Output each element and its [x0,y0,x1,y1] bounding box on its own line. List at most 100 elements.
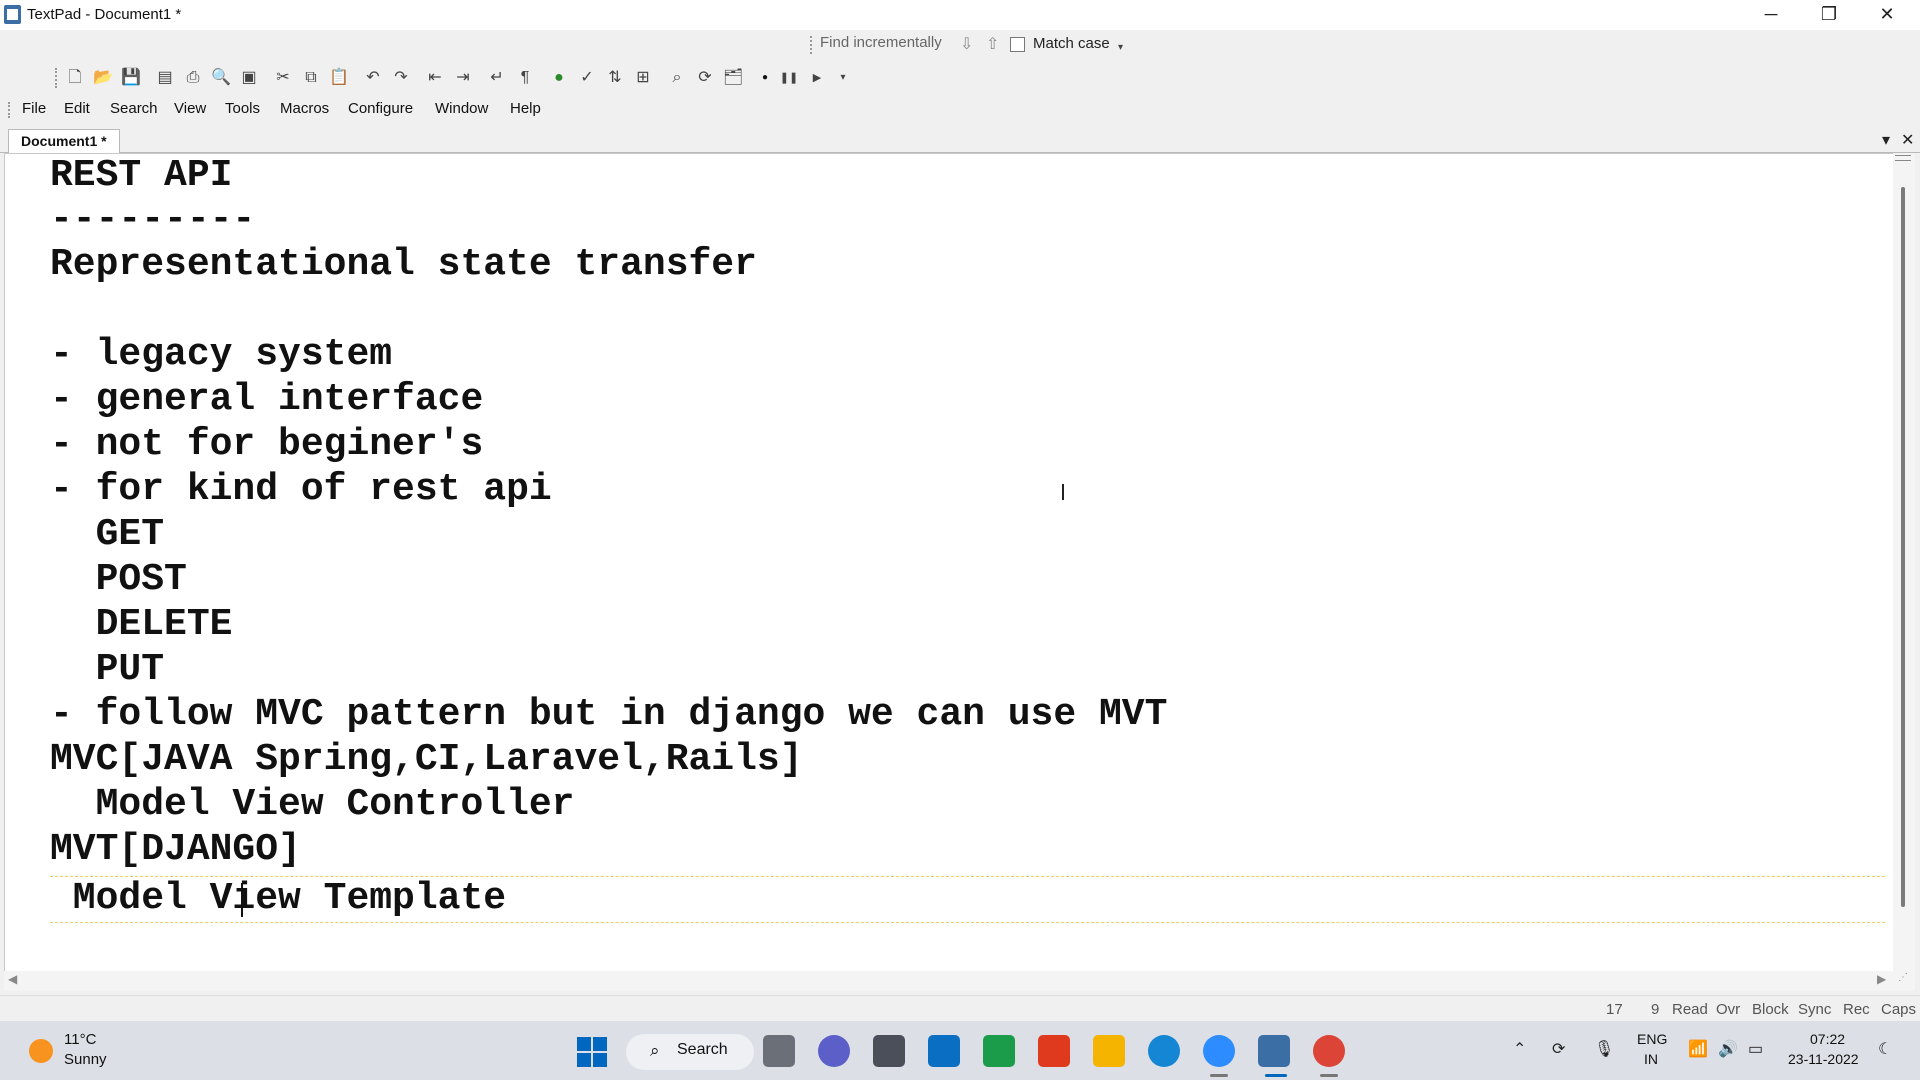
menu-macros[interactable]: Macros [280,100,329,117]
save-icon[interactable]: 💾 [121,68,141,88]
task-view-icon[interactable] [763,1035,795,1067]
file-explorer-icon[interactable] [1093,1035,1125,1067]
status-caps[interactable]: Caps [1881,1001,1916,1018]
keyboard-region[interactable]: IN [1644,1051,1658,1067]
menu-help[interactable]: Help [510,100,541,117]
toolbar-options-icon[interactable]: ▾ [1118,42,1123,53]
resize-grip-icon[interactable]: ⋰ [1898,972,1908,983]
status-read[interactable]: Read [1672,1001,1708,1018]
mouse-ibeam-cursor [1062,484,1064,500]
open-icon[interactable]: 📂 [93,68,113,88]
browser-icon[interactable]: ● [549,68,569,88]
taskbar-search-label[interactable]: Search [677,1041,728,1059]
find-previous-icon[interactable]: ⇧ [986,34,999,54]
menu-edit[interactable]: Edit [64,100,90,117]
menu-view[interactable]: View [174,100,206,117]
copy-icon[interactable]: ⧉ [301,68,321,88]
edge-icon[interactable] [1148,1035,1180,1067]
menu-grip[interactable] [8,102,13,118]
sync-icon[interactable]: ⟳ [1552,1039,1565,1059]
menu-file[interactable]: File [22,100,46,117]
windows-start-icon[interactable] [577,1037,607,1067]
outdent-icon[interactable]: ⇤ [425,68,445,88]
close-button[interactable]: ✕ [1858,0,1916,30]
taskbar: 11°C Sunny ⌕ Search ⌃ ⟳ 🎙 ENG IN 📶 🔊 ▭ 0… [0,1021,1920,1080]
menu-tools[interactable]: Tools [225,100,260,117]
new-icon[interactable]: 🗋 [65,68,85,88]
search-icon[interactable]: ⌕ [650,1041,660,1061]
record-macro-icon[interactable]: ● [755,68,775,88]
show-hidden-icons-icon[interactable]: ⌃ [1513,1039,1526,1059]
spelling-icon[interactable]: ✓ [577,68,597,88]
battery-icon[interactable]: ▭ [1748,1039,1763,1059]
replace-icon[interactable]: ⟳ [695,68,715,88]
horizontal-scrollbar[interactable]: ◀ ▶ ⋰ [4,971,1915,991]
find-in-files-icon[interactable]: 🗂 [723,68,743,88]
paste-icon[interactable]: 📋 [329,68,349,88]
vertical-scrollbar[interactable] [1893,153,1915,971]
textpad-active-indicator [1265,1074,1287,1077]
tab-list-icon[interactable]: ▾ [1882,130,1890,150]
status-block[interactable]: Block [1752,1001,1789,1018]
text-editor[interactable]: REST API --------- Representational stat… [4,153,1894,973]
print-icon[interactable]: ⎙ [183,68,203,88]
tab-document1[interactable]: Document1 * [8,129,120,153]
word-wrap-icon[interactable]: ↵ [487,68,507,88]
vscode-icon[interactable] [928,1035,960,1067]
indent-icon[interactable]: ⇥ [453,68,473,88]
status-column-number: 9 [1651,1001,1660,1018]
vertical-scroll-thumb[interactable] [1901,187,1905,907]
chrome-icon[interactable] [1313,1035,1345,1067]
play-macro-icon[interactable]: ▶ [807,68,827,88]
show-paragraph-icon[interactable]: ¶ [515,68,535,88]
zoom-icon[interactable] [1203,1035,1235,1067]
redo-icon[interactable]: ↷ [391,68,411,88]
status-overwrite[interactable]: Ovr [1716,1001,1740,1018]
sun-icon[interactable] [29,1039,53,1063]
volume-icon[interactable]: 🔊 [1718,1039,1738,1059]
toolbar-grip[interactable] [55,68,60,88]
teams-chat-icon[interactable] [818,1035,850,1067]
editor-line: - not for beginer's [50,423,484,466]
pause-macro-icon[interactable]: ❚❚ [779,68,799,88]
menu-configure[interactable]: Configure [348,100,413,117]
scroll-left-icon[interactable]: ◀ [8,972,17,986]
sort-icon[interactable]: ⇅ [605,68,625,88]
toolbar-options-icon[interactable]: ▾ [833,68,853,88]
clock-time[interactable]: 07:22 [1810,1031,1845,1047]
page-setup-icon[interactable]: ▣ [239,68,259,88]
toolbar-grip[interactable] [810,36,815,54]
language-indicator[interactable]: ENG [1637,1031,1667,1047]
status-sync[interactable]: Sync [1798,1001,1831,1018]
close-document-icon[interactable]: ✕ [1901,130,1914,150]
cut-icon[interactable]: ✂ [273,68,293,88]
print-preview-icon[interactable]: 🔍 [211,68,231,88]
office-icon[interactable] [1038,1035,1070,1067]
zoom-running-indicator [1210,1074,1228,1077]
splitter-handle[interactable] [1895,155,1911,161]
menu-bar: File Edit Search View Tools Macros Confi… [0,98,1920,122]
minimize-button[interactable]: ─ [1742,0,1800,30]
weather-condition[interactable]: Sunny [64,1051,107,1068]
undo-icon[interactable]: ↶ [363,68,383,88]
save-all-icon[interactable]: ▤ [155,68,175,88]
find-incrementally-input[interactable]: Find incrementally [820,34,942,51]
scroll-right-icon[interactable]: ▶ [1877,972,1886,986]
textpad-icon[interactable] [1258,1035,1290,1067]
compare-icon[interactable]: ⊞ [633,68,653,88]
microphone-icon[interactable]: 🎙 [1594,1039,1614,1059]
pycharm-icon[interactable] [983,1035,1015,1067]
menu-window[interactable]: Window [435,100,488,117]
camera-icon[interactable] [873,1035,905,1067]
status-record[interactable]: Rec [1843,1001,1870,1018]
restore-button[interactable]: ❐ [1800,0,1858,30]
find-icon[interactable]: ⌕ [667,68,687,88]
focus-assist-icon[interactable]: ☾ [1878,1039,1892,1059]
wifi-icon[interactable]: 📶 [1688,1039,1708,1059]
weather-temperature[interactable]: 11°C [64,1031,96,1048]
match-case-checkbox[interactable] [1010,37,1025,52]
clock-date[interactable]: 23-11-2022 [1788,1051,1859,1067]
find-next-icon[interactable]: ⇩ [960,34,973,54]
match-case-label: Match case [1033,35,1110,52]
menu-search[interactable]: Search [110,100,158,117]
